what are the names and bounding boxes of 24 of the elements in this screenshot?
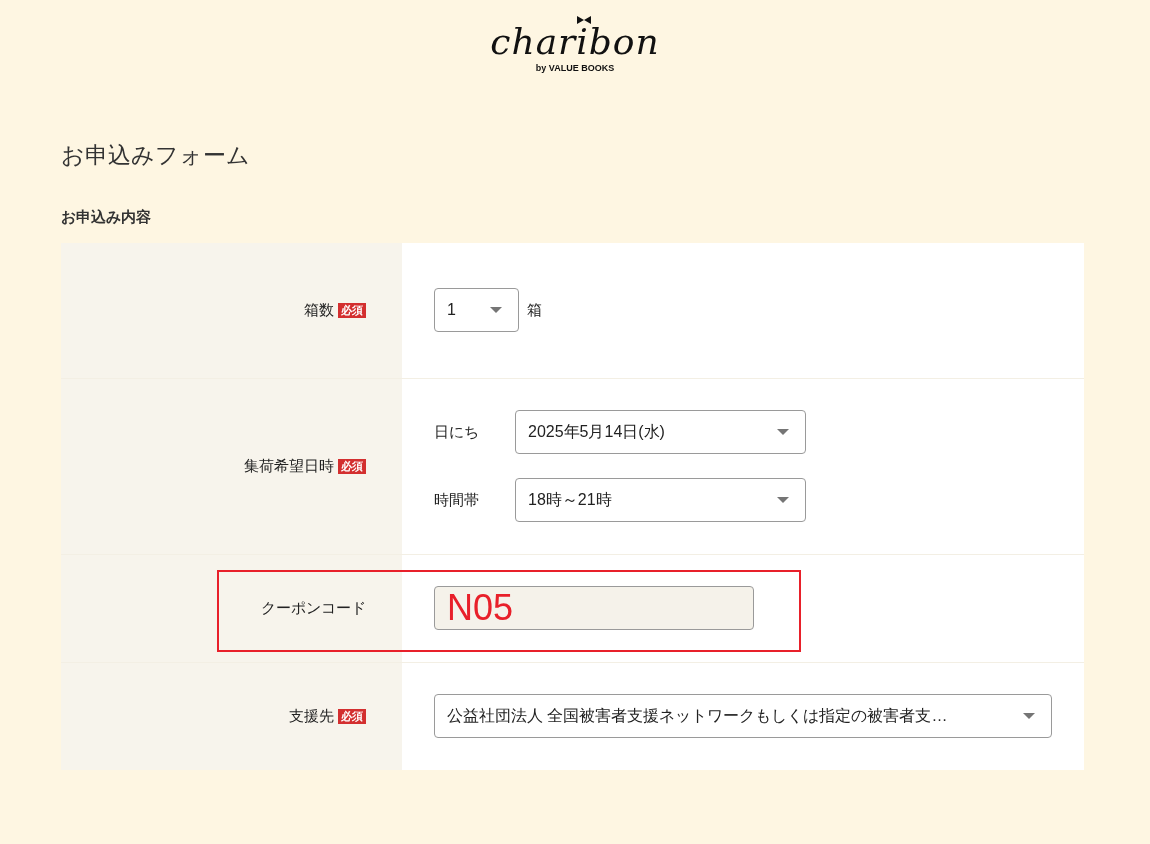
field-sublabel: 日にち (434, 421, 480, 442)
required-badge: 必須 (338, 708, 366, 724)
bow-icon (576, 15, 593, 25)
dropdown-caret-icon (490, 307, 502, 313)
section-title: お申込み内容 (61, 207, 152, 227)
logo-wordmark: charibon (490, 26, 660, 58)
field-label: 箱数 (304, 299, 334, 320)
field-label: 集荷希望日時 (244, 455, 334, 476)
coupon-input[interactable]: N05 (434, 586, 754, 630)
logo-byline: by VALUE BOOKS (535, 62, 615, 75)
field-sublabel: 時間帯 (434, 489, 480, 510)
required-badge: 必須 (338, 302, 366, 318)
unit-label: 箱 (527, 299, 542, 320)
field-label: クーポンコード (261, 597, 366, 618)
quantity-select[interactable]: 1 (434, 288, 519, 332)
field-label: 支援先 (289, 705, 334, 726)
dropdown-caret-icon (777, 497, 789, 503)
dropdown-caret-icon (777, 429, 789, 435)
dropdown-caret-icon (1023, 713, 1035, 719)
required-badge: 必須 (338, 458, 366, 474)
page-title: お申込みフォーム (61, 140, 251, 170)
dropdown-select[interactable]: 公益社団法人 全国被害者支援ネットワークもしくは指定の被害者支… (434, 694, 1052, 738)
dropdown-select[interactable]: 18時～21時 (515, 478, 806, 522)
dropdown-select[interactable]: 2025年5月14日(水) (515, 410, 806, 454)
